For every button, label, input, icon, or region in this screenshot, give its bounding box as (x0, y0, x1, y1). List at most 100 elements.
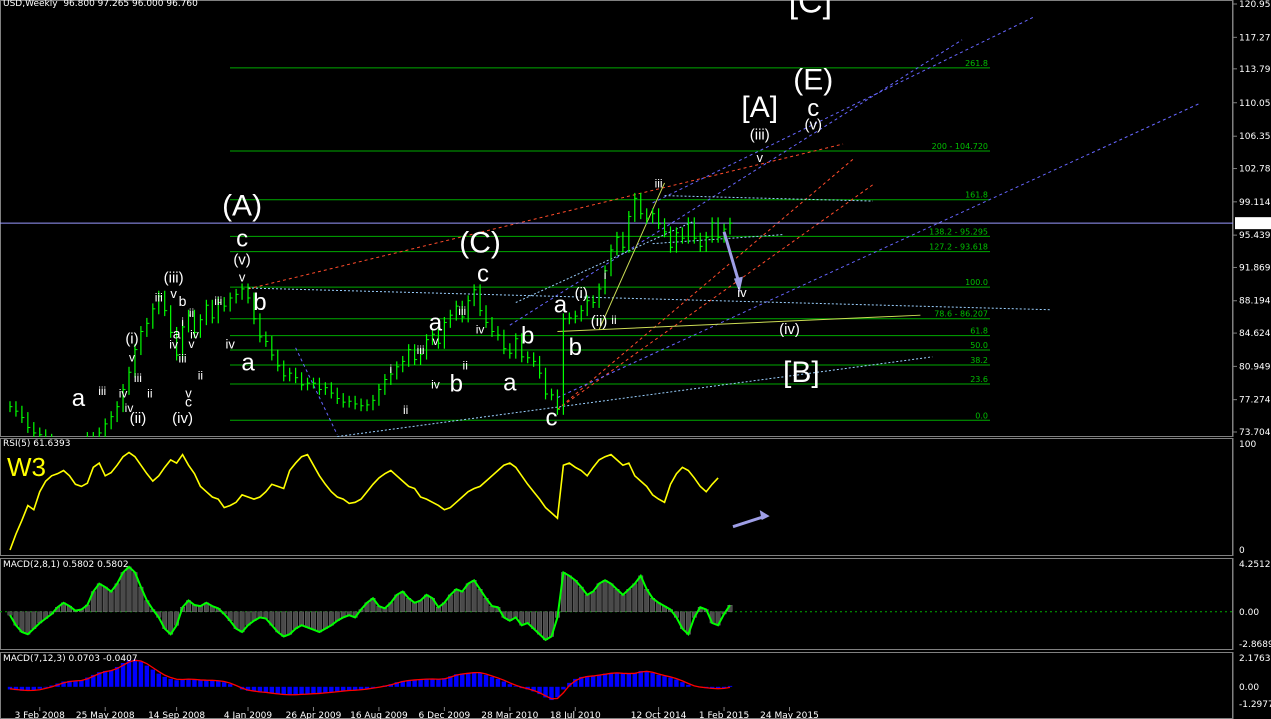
macd1-hist-bar (120, 572, 126, 612)
macd1-hist-bar (126, 566, 132, 612)
wave-label: iv (476, 322, 485, 336)
macd2-hist-bar (108, 670, 114, 687)
macd2-hist-bar (590, 675, 596, 687)
wave-label: b (450, 370, 463, 397)
macd1-hist-bar (572, 580, 578, 612)
x-tick-label: 18 Jul 2010 (550, 711, 601, 719)
y-tick-label: 117.275 (1239, 33, 1271, 43)
macd2-hist-bar (311, 686, 316, 694)
wave-label: ii (403, 403, 408, 417)
trendline (557, 184, 874, 410)
y-tick-label: 80.949 (1239, 362, 1271, 372)
macd1-hist-bar (96, 583, 102, 612)
symbol-label: USD,Weekly (3, 0, 58, 9)
x-tick-label: 24 May 2015 (760, 711, 819, 719)
macd2-hist-bar (644, 671, 649, 687)
macd2-hist-bar (180, 679, 185, 687)
macd2-hist-bar (620, 673, 626, 687)
macd2-hist-bar (471, 672, 477, 687)
rsi-line (9, 451, 719, 551)
wave-label: b (521, 322, 534, 349)
wave-label: i (389, 362, 392, 376)
macd2-hist-bar (674, 679, 679, 687)
trendline (248, 287, 1052, 311)
macd2-hist-bar (287, 686, 292, 696)
macd2-y-tick-label: 0.00 (1239, 683, 1259, 693)
macd2-chart[interactable]: 2.1763 0.00 -1.2977 3 Feb 2008 25 May 2008 14… (0, 652, 1271, 719)
wave-label: ii (611, 313, 616, 327)
trendline (652, 16, 1034, 204)
macd2-hist-bar (37, 686, 42, 689)
macd2-hist-bar (222, 682, 227, 687)
macd2-hist-bar (186, 678, 191, 687)
macd2-hist-bar (156, 673, 161, 687)
macd2-hist-bar (632, 672, 637, 687)
fib-label: 100.0 (965, 278, 988, 287)
macd2-hist-bar (460, 673, 465, 687)
macd2-hist-bar (614, 672, 620, 687)
macd2-hist-bar (305, 686, 310, 695)
macd1-hist-bar (620, 594, 626, 612)
wave-label: (iv) (172, 410, 193, 427)
ohlc-values: 96.800 97.265 96.000 96.760 (63, 0, 198, 9)
macd2-panel[interactable]: 2.1763 0.00 -1.2977 3 Feb 2008 25 May 2008 14… (0, 652, 1271, 719)
wave-label: (i) (575, 285, 588, 302)
wave-label: iv (225, 337, 235, 352)
wave-label: v (757, 150, 764, 165)
price-panel[interactable]: 261.8 200 - 104.720 161.8 138.2 - 95.295 127… (0, 0, 1271, 437)
trendline (598, 182, 666, 330)
macd2-hist-bar (73, 680, 78, 687)
macd2-hist-bar (727, 685, 733, 687)
macd1-y-tick-label: 4.2512 (1239, 560, 1271, 570)
y-tick-label: 95.439 (1239, 231, 1271, 241)
wave-label: iv (119, 387, 128, 401)
y-tick-label: 110.053 (1239, 99, 1271, 109)
macd2-hist-bar (275, 686, 280, 695)
rsi-chart[interactable]: 100 0 (0, 438, 1271, 556)
macd1-hist-bar (537, 611, 542, 635)
macd1-hist-bar (108, 591, 114, 612)
w3-label: W3 (7, 452, 46, 482)
macd1-hist-bar (418, 600, 423, 612)
y-tick-label: 106.359 (1239, 132, 1271, 142)
macd1-panel[interactable]: 4.2512 0.00 -2.8689 MACD(2,8,1) 0.5802 0.5… (0, 558, 1271, 650)
fib-label: 200 - 104.720 (932, 142, 988, 151)
macd2-hist-bar (638, 670, 643, 687)
trendline (247, 143, 844, 290)
trendline (337, 356, 933, 437)
macd1-hist-bar (412, 602, 418, 612)
wave-label: i (604, 268, 607, 282)
macd1-chart[interactable]: 4.2512 0.00 -2.8689 (0, 558, 1271, 650)
wave-label: i (181, 315, 184, 329)
macd2-hist-bar (489, 676, 495, 687)
macd2-hist-bar (483, 674, 489, 687)
price-chart[interactable]: 261.8 200 - 104.720 161.8 138.2 - 95.295 127… (0, 0, 1271, 437)
macd2-hist-bar (281, 686, 286, 695)
wave-label: a (72, 385, 86, 412)
wave-label: ii (198, 368, 203, 382)
chart-header: USD,Weekly 96.800 97.265 96.000 96.760 (3, 0, 198, 9)
macd2-hist-bar (602, 673, 608, 687)
x-tick-label: 1 Feb 2015 (699, 711, 749, 719)
macd1-hist-bar (7, 611, 13, 616)
x-tick-label: 25 May 2008 (76, 711, 135, 719)
macd1-hist-bar (626, 589, 632, 612)
wave-label: [C] (789, 0, 832, 21)
macd1-hist-bar (287, 611, 293, 635)
macd2-hist-bar (680, 682, 685, 687)
wave-label: c (236, 225, 248, 252)
fib-label: 161.8 (965, 191, 988, 200)
macd2-hist-bar (114, 666, 120, 687)
macd1-hist-bar (632, 583, 638, 612)
wave-label: iii (134, 371, 142, 385)
wave-label: c (185, 394, 192, 410)
macd1-hist-bar (114, 583, 120, 612)
wave-label: a (554, 291, 568, 318)
macd1-hist-bar (584, 594, 590, 612)
wave-label: v (432, 334, 438, 348)
macd1-y-tick-label: -2.8689 (1239, 640, 1271, 650)
wave-label: iv (431, 378, 440, 392)
macd2-hist-bar (346, 686, 352, 691)
fib-label: 261.8 (965, 59, 988, 68)
rsi-panel[interactable]: 100 0 RSI(5) 61.6393 W3 (0, 438, 1271, 556)
